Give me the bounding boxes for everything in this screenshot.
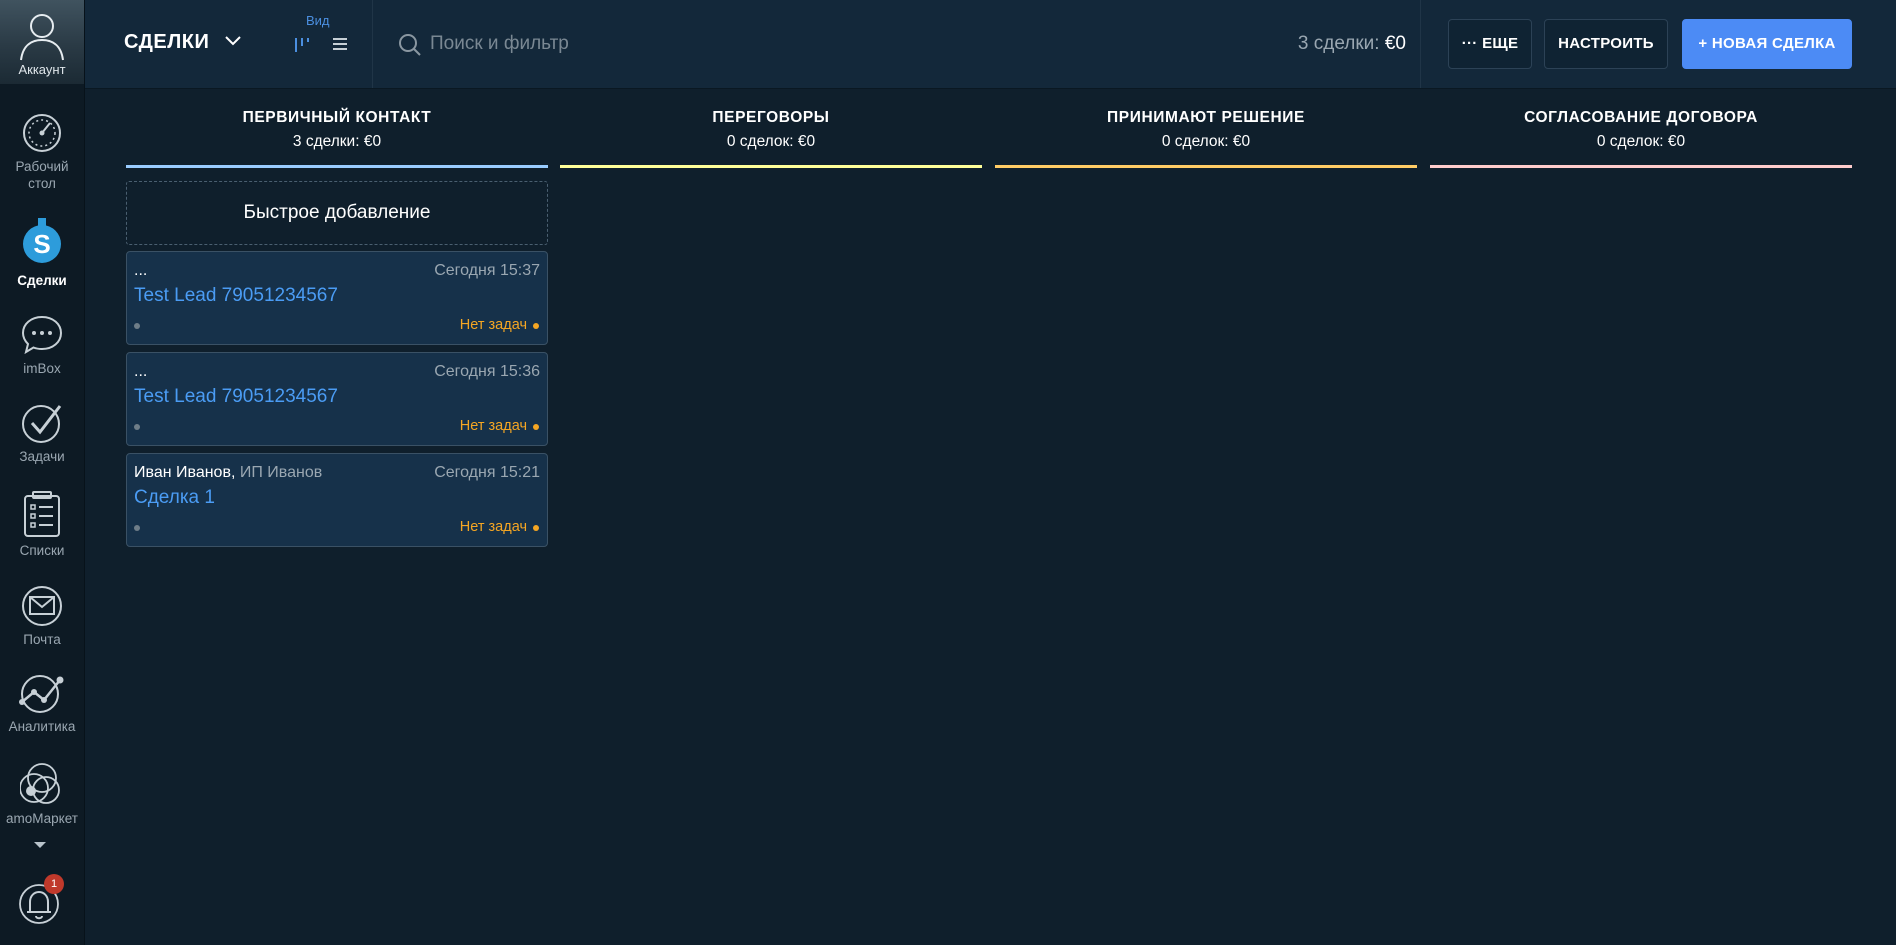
top-bar: СДЕЛКИ Вид 3 сделки: €0 ··· ЕЩЕ НАСТРОИТ…	[85, 0, 1896, 89]
stage-color-line	[995, 165, 1417, 168]
dashboard-icon	[23, 114, 61, 152]
card-timestamp: Сегодня 15:21	[434, 464, 540, 481]
tasks-icon	[22, 405, 62, 443]
deals-count-prefix: 3 сделки:	[1297, 33, 1380, 54]
stage-summary: 0 сделок: €0	[1596, 133, 1686, 150]
contact-name[interactable]: Иван Иванов,	[134, 464, 235, 481]
status-dot	[134, 323, 140, 329]
view-label: Вид	[306, 13, 330, 28]
deal-card[interactable]: ... Сегодня 15:37 Test Lead 79051234567 …	[126, 251, 548, 345]
stage-header[interactable]: ПЕРВИЧНЫЙ КОНТАКТ 3 сделки: €0	[126, 88, 548, 165]
sidebar-item-label: Почта	[23, 632, 61, 647]
stage-column-decision: ПРИНИМАЮТ РЕШЕНИЕ 0 сделок: €0	[995, 88, 1417, 168]
tasks-status[interactable]: Нет задач	[460, 418, 527, 434]
card-contact: ...	[134, 262, 147, 280]
sidebar-item-dashboard[interactable]: Рабочий стол	[0, 112, 84, 192]
sidebar-item-label: Списки	[19, 543, 65, 558]
status-dot	[134, 525, 140, 531]
deal-name-link[interactable]: Test Lead 79051234567	[134, 386, 338, 408]
stage-title: ПЕРВИЧНЫЙ КОНТАКТ	[242, 109, 432, 126]
tasks-status[interactable]: Нет задач	[460, 317, 527, 333]
user-avatar-icon	[20, 14, 64, 61]
stage-title: ПЕРЕГОВОРЫ	[712, 109, 830, 126]
card-contact: Иван Иванов, ИП Иванов	[134, 464, 322, 482]
sidebar-item-label: Рабочий стол	[15, 159, 69, 191]
stage-color-line	[1430, 165, 1852, 168]
setup-button[interactable]: НАСТРОИТЬ	[1544, 19, 1668, 69]
deals-count-amount: €0	[1384, 33, 1406, 54]
deal-name-link[interactable]: Сделка 1	[134, 487, 215, 509]
stage-title: ПРИНИМАЮТ РЕШЕНИЕ	[1107, 109, 1305, 126]
stage-column-negotiation: ПЕРЕГОВОРЫ 0 сделок: €0	[560, 88, 982, 168]
stage-summary: 0 сделок: €0	[726, 133, 816, 150]
market-icon	[20, 763, 60, 804]
page-title[interactable]: СДЕЛКИ	[124, 31, 209, 54]
sidebar-item-market[interactable]: amoМаркет	[0, 760, 84, 827]
quick-add-button[interactable]: Быстрое добавление	[126, 181, 548, 245]
card-contact: ...	[134, 363, 147, 381]
tasks-indicator-dot	[533, 424, 539, 430]
deal-name-link[interactable]: Test Lead 79051234567	[134, 285, 338, 307]
sidebar-item-label: Задачи	[19, 449, 65, 464]
sidebar-item-label: imBox	[23, 361, 61, 376]
analytics-icon	[19, 675, 64, 713]
lists-icon	[24, 491, 60, 537]
tasks-status[interactable]: Нет задач	[460, 519, 527, 535]
account-label: Аккаунт	[18, 62, 66, 77]
search-icon	[399, 34, 421, 56]
deals-count: 3 сделки: €0	[1298, 33, 1406, 55]
sidebar-item-label: Аналитика	[8, 719, 76, 734]
divider	[372, 0, 373, 88]
account-button[interactable]: Аккаунт	[0, 0, 84, 84]
new-deal-button[interactable]: + НОВАЯ СДЕЛКА	[1682, 19, 1852, 69]
stage-color-line	[560, 165, 982, 168]
tasks-indicator-dot	[533, 525, 539, 531]
stage-header[interactable]: СОГЛАСОВАНИЕ ДОГОВОРА 0 сделок: €0	[1430, 88, 1852, 165]
chat-icon	[21, 315, 63, 355]
card-timestamp: Сегодня 15:36	[434, 363, 540, 380]
sidebar-item-lists[interactable]: Списки	[0, 490, 84, 559]
left-sidebar: Аккаунт Рабочий стол S Сделки imBox Зада…	[0, 0, 85, 945]
sidebar-item-imbox[interactable]: imBox	[0, 314, 84, 377]
list-view-icon[interactable]	[331, 35, 349, 53]
sidebar-item-mail[interactable]: Почта	[0, 585, 84, 648]
pipeline-view-icon[interactable]	[293, 35, 311, 53]
more-button[interactable]: ··· ЕЩЕ	[1448, 19, 1532, 69]
stage-column-contract: СОГЛАСОВАНИЕ ДОГОВОРА 0 сделок: €0	[1430, 88, 1852, 168]
deals-icon: S	[23, 218, 61, 263]
search-input[interactable]	[430, 28, 950, 60]
mail-icon	[22, 586, 62, 626]
stage-header[interactable]: ПРИНИМАЮТ РЕШЕНИЕ 0 сделок: €0	[995, 88, 1417, 165]
sidebar-item-analytics[interactable]: Аналитика	[0, 672, 84, 735]
sidebar-expand-arrow-icon[interactable]	[34, 842, 46, 848]
status-dot	[134, 424, 140, 430]
deal-card[interactable]: ... Сегодня 15:36 Test Lead 79051234567 …	[126, 352, 548, 446]
stage-column-primary-contact: ПЕРВИЧНЫЙ КОНТАКТ 3 сделки: €0 Быстрое д…	[126, 88, 548, 547]
company-name[interactable]: ИП Иванов	[240, 464, 322, 481]
svg-text:S: S	[33, 229, 50, 259]
stage-title: СОГЛАСОВАНИЕ ДОГОВОРА	[1524, 109, 1758, 126]
sidebar-item-tasks[interactable]: Задачи	[0, 402, 84, 465]
stage-summary: 3 сделки: €0	[292, 133, 382, 150]
contact-name: ...	[134, 262, 148, 279]
sidebar-item-label: amoМаркет	[6, 811, 78, 826]
stage-summary: 0 сделок: €0	[1161, 133, 1251, 150]
deal-card[interactable]: Иван Иванов, ИП Иванов Сегодня 15:21 Сде…	[126, 453, 548, 547]
card-timestamp: Сегодня 15:37	[434, 262, 540, 279]
notifications-badge: 1	[44, 874, 64, 894]
stage-header[interactable]: ПЕРЕГОВОРЫ 0 сделок: €0	[560, 88, 982, 165]
divider	[1420, 0, 1421, 88]
sidebar-item-label: Сделки	[17, 273, 67, 288]
contact-name: ...	[134, 363, 148, 380]
sidebar-item-deals[interactable]: S Сделки	[0, 218, 84, 289]
tasks-indicator-dot	[533, 323, 539, 329]
stage-color-line	[126, 165, 548, 168]
chevron-down-icon[interactable]	[225, 36, 241, 46]
